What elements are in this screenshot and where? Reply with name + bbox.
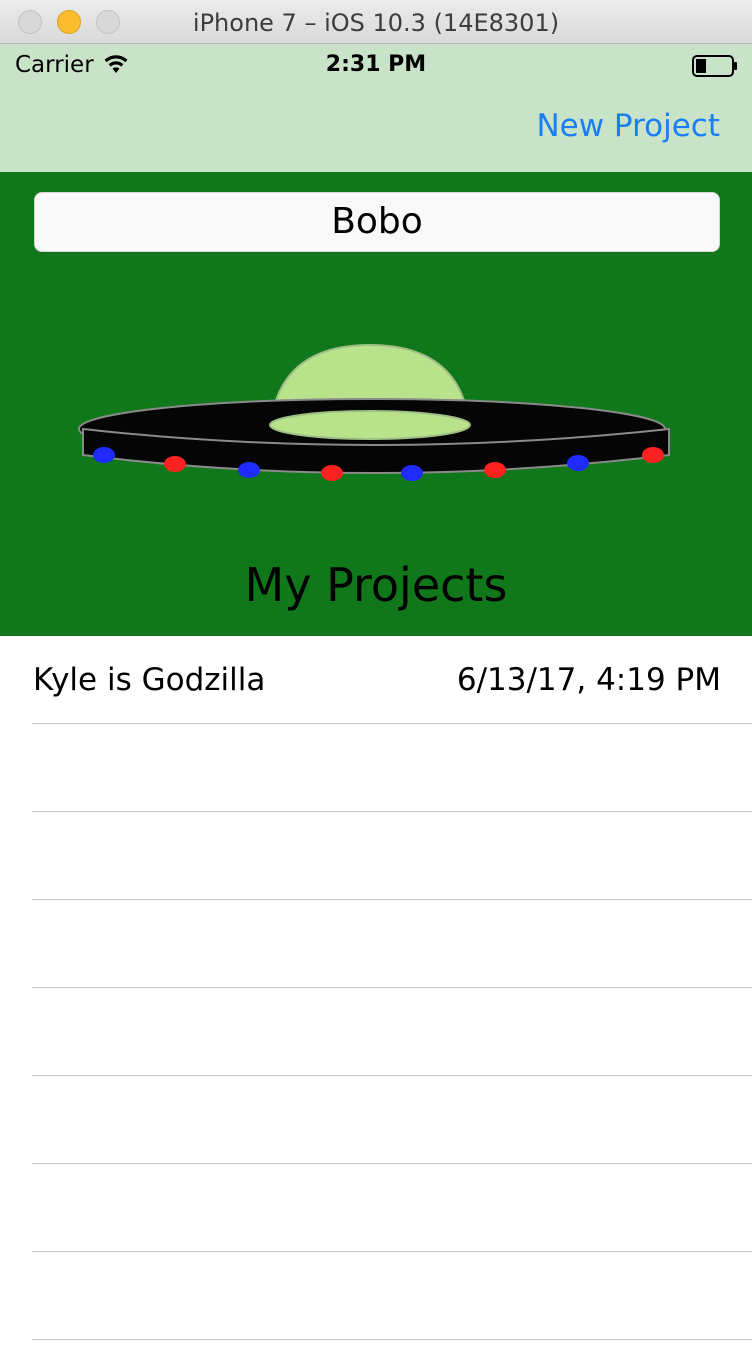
window-titlebar: iPhone 7 – iOS 10.3 (14E8301) — [0, 0, 752, 44]
status-time: 2:31 PM — [325, 52, 427, 77]
projects-table: Kyle is Godzilla 6/13/17, 4:19 PM — [0, 636, 752, 1368]
empty-table-row — [0, 724, 752, 812]
row-separator — [32, 1339, 752, 1340]
project-date: 6/13/17, 4:19 PM — [456, 662, 721, 698]
table-row[interactable]: Kyle is Godzilla 6/13/17, 4:19 PM — [0, 636, 752, 724]
name-field[interactable]: Bobo — [34, 192, 720, 252]
empty-table-row — [0, 1252, 752, 1340]
empty-table-row — [0, 1164, 752, 1252]
project-title: Kyle is Godzilla — [33, 662, 266, 698]
window-title: iPhone 7 – iOS 10.3 (14E8301) — [192, 9, 560, 37]
empty-table-row — [0, 812, 752, 900]
empty-table-row — [0, 988, 752, 1076]
section-title: My Projects — [244, 558, 508, 612]
battery-icon — [692, 55, 737, 77]
empty-table-row — [0, 1076, 752, 1164]
empty-table-row — [0, 900, 752, 988]
header-area: Bobo My Projects — [0, 172, 752, 636]
navigation-bar: Carrier 2:31 PM New Project — [0, 44, 752, 172]
ufo-image — [78, 343, 670, 481]
new-project-button[interactable]: New Project — [536, 108, 720, 144]
